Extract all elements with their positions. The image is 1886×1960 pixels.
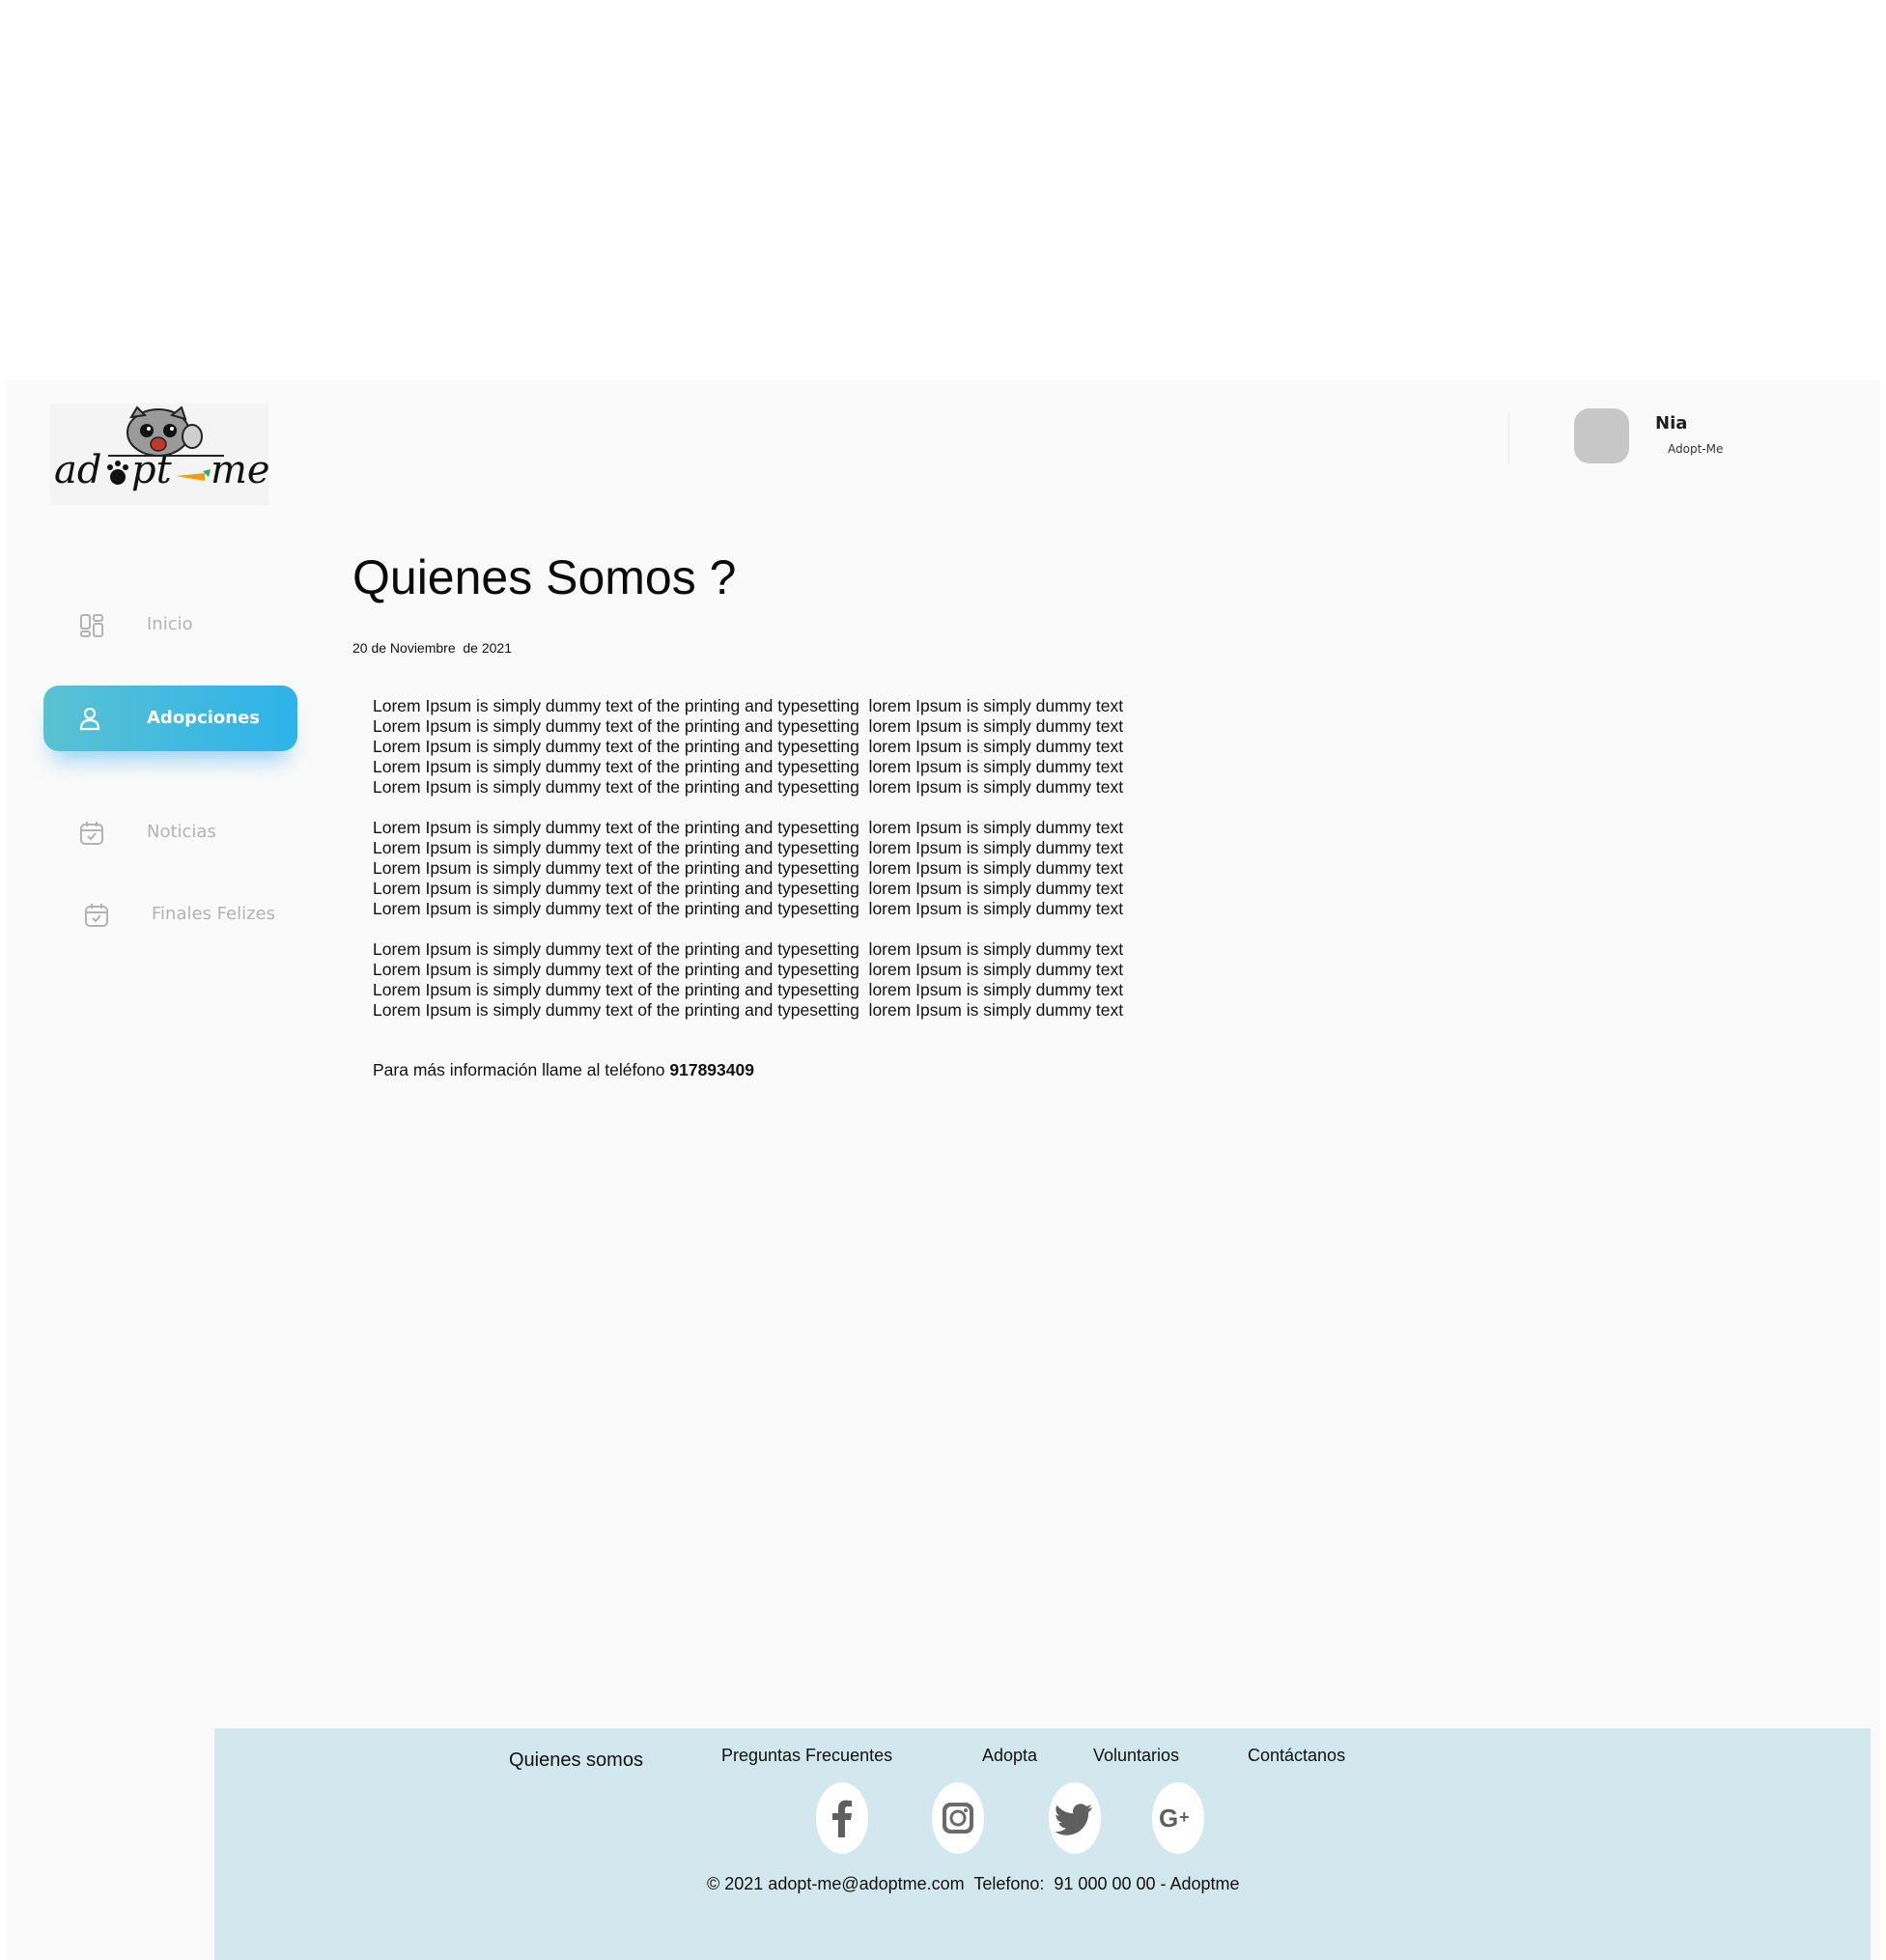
text-line: Lorem Ipsum is simply dummy text of the …	[373, 696, 1124, 715]
sidebar-item-inicio[interactable]: Inicio	[7, 602, 296, 650]
text-line: Lorem Ipsum is simply dummy text of the …	[373, 879, 1124, 898]
contact-phone[interactable]: 917893409	[669, 1060, 754, 1079]
footer-copyright: © 2021 adopt-me@adoptme.com Telefono: 91…	[707, 1874, 1240, 1893]
footer-link-preguntas-frecuentes[interactable]: Preguntas Frecuentes	[721, 1746, 892, 1766]
text-line: Lorem Ipsum is simply dummy text of the …	[373, 818, 1124, 837]
text-line: Lorem Ipsum is simply dummy text of the …	[373, 858, 1124, 878]
sidebar-item-label: Inicio	[147, 614, 193, 634]
text-line: Lorem Ipsum is simply dummy text of the …	[373, 939, 1124, 959]
sidebar-item-adopciones[interactable]: Adopciones	[43, 686, 297, 751]
page-title: Quienes Somos ?	[352, 550, 737, 604]
footer-link-contactanos[interactable]: Contáctanos	[1248, 1746, 1345, 1766]
facebook-icon[interactable]	[816, 1782, 868, 1854]
header-divider	[1508, 413, 1509, 463]
user-name[interactable]: Nia	[1655, 413, 1687, 434]
footer: Quienes somos Preguntas Frecuentes Adopt…	[214, 1728, 1871, 1960]
page-date: 20 de Noviembre de 2021	[352, 640, 512, 656]
sidebar-item-label: Adopciones	[147, 708, 261, 728]
article-body: Lorem Ipsum is simply dummy text of the …	[373, 696, 1203, 1041]
app-window: ad pt me Nia Adopt-Me Inicio Adopciones	[7, 379, 1880, 1960]
text-line: Lorem Ipsum is simply dummy text of the …	[373, 899, 1124, 918]
calendar-check-icon	[83, 902, 110, 929]
svg-text:ad: ad	[54, 448, 101, 492]
logo-cat-icon: ad pt me	[54, 406, 268, 492]
svg-text:pt: pt	[131, 448, 173, 492]
calendar-check-icon	[78, 820, 105, 847]
text-line: Lorem Ipsum is simply dummy text of the …	[373, 777, 1124, 797]
article-paragraph: Lorem Ipsum is simply dummy text of the …	[373, 696, 1203, 798]
article-paragraph: Lorem Ipsum is simply dummy text of the …	[373, 939, 1203, 1021]
sidebar-item-label: Noticias	[147, 822, 216, 842]
twitter-icon[interactable]	[1049, 1782, 1101, 1854]
svg-text:+: +	[1179, 1807, 1190, 1827]
instagram-icon[interactable]	[932, 1782, 984, 1854]
avatar[interactable]	[1574, 408, 1629, 463]
svg-text:G: G	[1159, 1804, 1178, 1833]
google-plus-icon[interactable]: G +	[1152, 1782, 1204, 1854]
logo[interactable]: ad pt me	[50, 404, 268, 505]
footer-link-voluntarios[interactable]: Voluntarios	[1093, 1746, 1179, 1766]
contact-text: Para más información llame al teléfono	[373, 1060, 670, 1079]
text-line: Lorem Ipsum is simply dummy text of the …	[373, 838, 1124, 857]
text-line: Lorem Ipsum is simply dummy text of the …	[373, 1000, 1124, 1020]
svg-text:me: me	[211, 448, 268, 492]
contact-info: Para más información llame al teléfono 9…	[373, 1060, 754, 1080]
text-line: Lorem Ipsum is simply dummy text of the …	[373, 737, 1124, 756]
article-paragraph: Lorem Ipsum is simply dummy text of the …	[373, 818, 1203, 919]
sidebar-item-label: Finales Felizes	[152, 904, 276, 924]
sidebar-item-noticias[interactable]: Noticias	[7, 809, 296, 857]
footer-link-adopta[interactable]: Adopta	[982, 1746, 1037, 1766]
sidebar-item-finales-felizes[interactable]: Finales Felizes	[7, 891, 296, 939]
text-line: Lorem Ipsum is simply dummy text of the …	[373, 980, 1124, 999]
user-org: Adopt-Me	[1668, 442, 1724, 456]
user-icon	[76, 705, 103, 732]
dashboard-icon	[78, 612, 105, 639]
text-line: Lorem Ipsum is simply dummy text of the …	[373, 716, 1124, 736]
text-line: Lorem Ipsum is simply dummy text of the …	[373, 960, 1124, 979]
footer-link-quienes-somos[interactable]: Quienes somos	[509, 1750, 643, 1772]
text-line: Lorem Ipsum is simply dummy text of the …	[373, 757, 1124, 776]
